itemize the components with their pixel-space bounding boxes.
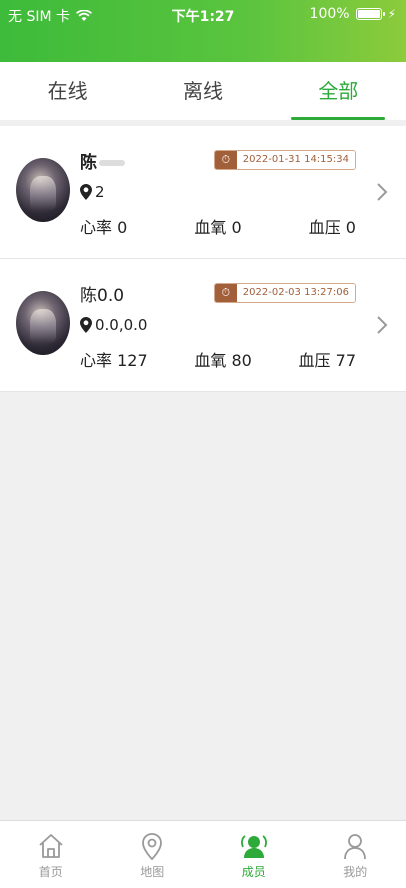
member-card[interactable]: 陈0.0 ⏱ 2022-02-03 13:27:06 0.0,0.0 心率 12…: [0, 259, 406, 392]
status-bar: 无 SIM 卡 下午1:27 100% ⚡: [0, 4, 406, 26]
members-icon: [240, 835, 267, 858]
nav-label: 成员: [241, 865, 266, 879]
avatar: [16, 291, 70, 355]
timer-icon: ⏱: [214, 151, 237, 169]
nav-members[interactable]: 成员: [203, 821, 305, 888]
location-text: 0.0,0.0: [95, 316, 148, 334]
home-icon: [39, 834, 63, 858]
member-name: 陈0.0: [80, 286, 125, 306]
member-list: 陈 ⏱ 2022-01-31 14:15:34 2 心率 0 血氧 0 血压 0…: [0, 126, 406, 392]
heart-rate: 心率 0: [80, 218, 128, 237]
nav-map[interactable]: 地图: [102, 821, 204, 888]
profile-icon: [344, 834, 367, 860]
nav-label: 首页: [38, 865, 63, 879]
blood-pressure: 血压 77: [298, 351, 356, 370]
timestamp-text: 2022-01-31 14:15:34: [236, 151, 355, 169]
nav-home[interactable]: 首页: [0, 821, 102, 888]
battery-icon: [355, 8, 385, 20]
member-card[interactable]: 陈 ⏱ 2022-01-31 14:15:34 2 心率 0 血氧 0 血压 0: [0, 126, 406, 259]
map-pin-icon: [142, 833, 163, 861]
blood-pressure: 血压 0: [308, 218, 356, 237]
location-pin-icon: [80, 184, 92, 200]
bottom-nav: 首页 地图 成员 我的: [0, 820, 406, 888]
timestamp-badge: ⏱ 2022-01-31 14:15:34: [213, 150, 356, 170]
chevron-right-icon[interactable]: [376, 182, 388, 202]
tab-offline[interactable]: 离线: [135, 62, 270, 120]
timestamp-badge: ⏱ 2022-02-03 13:27:06: [213, 283, 356, 303]
tab-online[interactable]: 在线: [0, 62, 135, 120]
timer-icon: ⏱: [214, 284, 237, 302]
chevron-right-icon[interactable]: [376, 315, 388, 335]
avatar: [16, 158, 70, 222]
heart-rate: 心率 127: [80, 351, 148, 370]
location-pin-icon: [80, 317, 92, 333]
charging-icon: ⚡: [387, 7, 396, 21]
vitals-row: 心率 0 血氧 0 血压 0: [80, 214, 356, 238]
blood-oxygen: 血氧 80: [194, 351, 252, 370]
vitals-row: 心率 127 血氧 80 血压 77: [80, 347, 356, 371]
location: 2: [80, 183, 105, 201]
timestamp-text: 2022-02-03 13:27:06: [236, 284, 355, 302]
blood-oxygen: 血氧 0: [194, 218, 242, 237]
battery-percent: 100%: [309, 6, 350, 22]
nav-profile[interactable]: 我的: [305, 821, 406, 888]
nav-label: 我的: [343, 865, 368, 879]
app-header: 无 SIM 卡 下午1:27 100% ⚡: [0, 0, 406, 62]
location-text: 2: [95, 183, 105, 201]
location: 0.0,0.0: [80, 316, 147, 334]
redacted-name: [99, 160, 125, 166]
filter-tabs: 在线 离线 全部: [0, 62, 406, 120]
nav-label: 地图: [140, 865, 165, 879]
tab-all[interactable]: 全部: [271, 62, 406, 120]
member-name: 陈: [80, 148, 125, 173]
